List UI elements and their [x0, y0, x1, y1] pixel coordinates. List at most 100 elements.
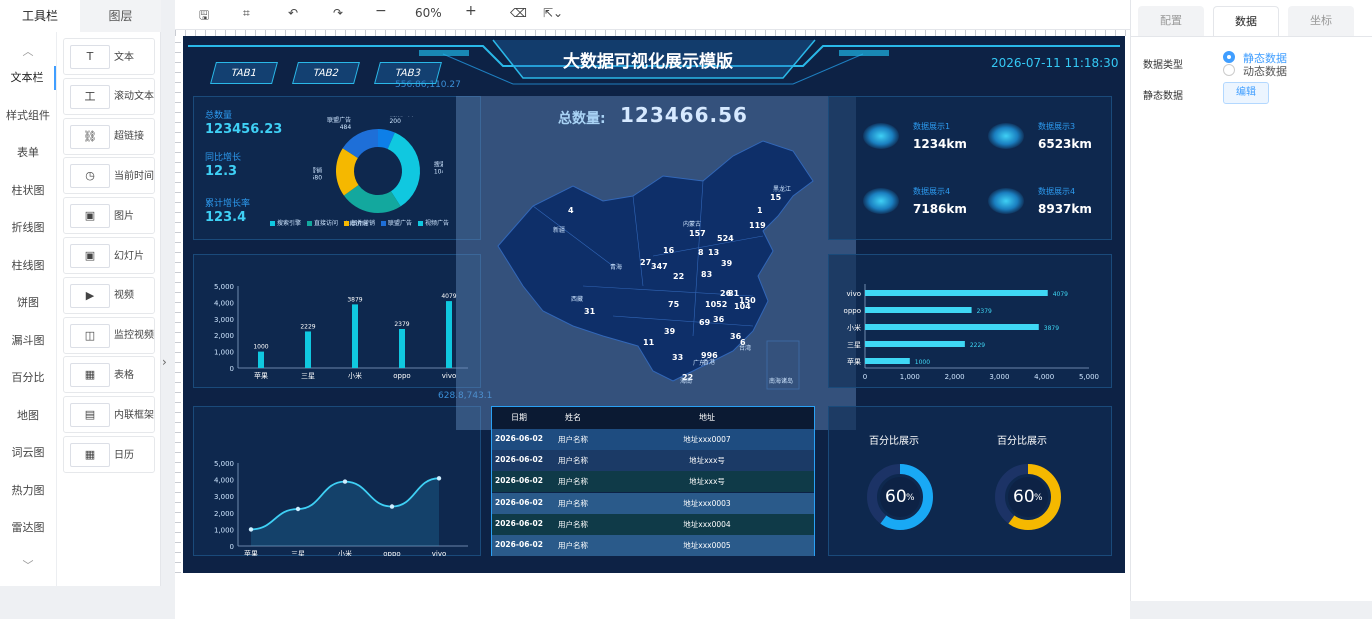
- x-tick-label: 3,000: [989, 373, 1009, 381]
- component-item[interactable]: ▶ 视频: [63, 276, 155, 314]
- dashboard-tab[interactable]: TAB2: [292, 62, 360, 84]
- category-item[interactable]: 文本栏: [0, 66, 56, 90]
- tab-toolbar[interactable]: 工具栏: [0, 0, 80, 32]
- legend-label: 直接访问: [314, 220, 339, 227]
- donut-slice-label: 邮件营销: [313, 166, 322, 174]
- category-item[interactable]: 表单: [0, 141, 56, 165]
- component-item[interactable]: ◫ 监控视频: [63, 316, 155, 354]
- map-region-label: 西藏: [571, 296, 584, 303]
- left-tabs: 工具栏 图层: [0, 0, 161, 32]
- radio-static[interactable]: [1223, 51, 1235, 63]
- table-cell: 用户名称: [558, 541, 588, 550]
- undo-icon[interactable]: ↶: [288, 6, 298, 20]
- tab-layers[interactable]: 图层: [80, 0, 161, 32]
- save-icon[interactable]: 🖫: [199, 6, 209, 27]
- category-item[interactable]: 柱状图: [0, 179, 56, 203]
- tab-coords[interactable]: 坐标: [1288, 6, 1354, 36]
- category-item[interactable]: 雷达图: [0, 516, 56, 540]
- component-icon: ▶: [70, 283, 110, 308]
- data-table[interactable]: 日期 姓名 地址 2026-06-02 用户名称 地址xxx0007 2026-06-02…: [491, 406, 815, 556]
- component-item[interactable]: ▣ 图片: [63, 197, 155, 235]
- edit-button[interactable]: 编辑: [1223, 82, 1269, 104]
- component-item[interactable]: ⛓ 超链接: [63, 117, 155, 155]
- table-row[interactable]: 2026-06-02 用户名称 地址xxx0007: [492, 429, 814, 450]
- category-item[interactable]: 饼图: [0, 291, 56, 315]
- map-value: 4: [568, 206, 574, 215]
- export-icon[interactable]: ⇱⌄: [543, 6, 563, 20]
- table-cell: 地址xxx0004: [683, 519, 731, 529]
- component-label: 文本: [114, 51, 134, 63]
- map-value: 15: [770, 193, 782, 202]
- component-item[interactable]: T 文本: [63, 38, 155, 75]
- brush-icon[interactable]: ⌫: [510, 6, 527, 20]
- table-row[interactable]: 2026-06-02 用户名称 地址xxx0004: [492, 513, 814, 535]
- component-item[interactable]: ▦ 表格: [63, 356, 155, 394]
- map-region-label: 黑龙江: [773, 186, 792, 193]
- table-row[interactable]: 2026-06-02 用户名称 地址xxx0003: [492, 492, 814, 514]
- component-item[interactable]: ▦ 日历: [63, 436, 155, 473]
- category-item[interactable]: 折线图: [0, 216, 56, 240]
- legend-label: 邮件营销: [351, 220, 376, 227]
- chevron-down-icon[interactable]: ﹀: [0, 554, 56, 578]
- legend-swatch: [307, 221, 312, 226]
- zoom-out-icon[interactable]: −: [375, 3, 387, 19]
- map-value: 8: [698, 248, 704, 257]
- collapse-chevron-icon[interactable]: ›: [162, 355, 167, 369]
- table-header-cell[interactable]: 日期: [492, 412, 546, 423]
- tab-config[interactable]: 配置: [1138, 6, 1204, 36]
- category-item[interactable]: 样式组件: [0, 104, 56, 128]
- table-row[interactable]: 2026-06-02 用户名称 地址xxx号: [492, 450, 814, 472]
- table-row[interactable]: 2026-06-02 用户名称 地址xxx0005: [492, 535, 814, 556]
- donut-slice-label: 联盟广告: [327, 116, 351, 124]
- component-label: 日历: [114, 449, 134, 461]
- chevron-up-icon[interactable]: ︿: [0, 40, 56, 64]
- redo-icon[interactable]: ↷: [333, 6, 343, 20]
- dashboard-tab[interactable]: TAB3: [374, 62, 442, 84]
- donut-slice-value: 200: [389, 118, 401, 125]
- category-item[interactable]: 百分比: [0, 366, 56, 390]
- bar: [305, 331, 311, 368]
- x-tick-label: 2,000: [945, 373, 965, 381]
- kpi-value: 8937km: [1038, 202, 1092, 216]
- table-cell: 2026-06-02: [495, 518, 543, 528]
- component-icon: ▦: [70, 363, 110, 388]
- dashboard-title: 大数据可视化展示模版: [563, 52, 733, 72]
- x-tick-label: 0: [863, 373, 867, 381]
- map-region-label: 青海: [610, 264, 623, 271]
- dashboard-canvas: 大数据可视化展示模版 2026-07-11 11:18:30 556.86,11…: [183, 36, 1125, 573]
- percent-sign: %: [906, 493, 915, 503]
- component-item[interactable]: ▣ 幻灯片: [63, 237, 155, 274]
- tab-divider: [1131, 36, 1372, 37]
- dashboard-tab[interactable]: TAB1: [210, 62, 278, 84]
- table-cell: 用户名称: [558, 435, 588, 444]
- tab-data[interactable]: 数据: [1213, 6, 1279, 36]
- legend-swatch: [381, 221, 386, 226]
- table-row[interactable]: 2026-06-02 用户名称 地址xxx号: [492, 471, 814, 493]
- y-tick-label: 0: [230, 365, 234, 373]
- map-value: 36: [713, 315, 725, 324]
- kpi-panel: [828, 96, 1112, 240]
- component-icon: ▤: [70, 403, 110, 428]
- category-item[interactable]: 地图: [0, 404, 56, 428]
- y-tick-label: 小米: [847, 323, 861, 332]
- screenshot-icon[interactable]: ⌗: [243, 6, 250, 21]
- component-label: 幻灯片: [114, 250, 144, 262]
- component-item[interactable]: ▤ 内联框架: [63, 396, 155, 434]
- stat-value: 123456.23: [205, 122, 283, 137]
- hbar: [865, 290, 1048, 296]
- category-item[interactable]: 柱线图: [0, 254, 56, 278]
- y-tick-label: oppo: [844, 307, 861, 315]
- component-item[interactable]: ◷ 当前时间: [63, 157, 155, 195]
- radio-dynamic[interactable]: [1223, 64, 1235, 76]
- y-tick-label: 2,000: [214, 510, 234, 518]
- zoom-in-icon[interactable]: +: [465, 3, 477, 19]
- radio-dynamic-label[interactable]: 动态数据: [1243, 63, 1287, 79]
- category-item[interactable]: 词云图: [0, 441, 56, 465]
- kpi-label: 数据展示3: [1038, 122, 1076, 131]
- category-item[interactable]: 热力图: [0, 479, 56, 503]
- map-region-label: 香港: [703, 359, 716, 366]
- component-item[interactable]: 工滚动文本: [63, 77, 155, 115]
- category-item[interactable]: 漏斗图: [0, 329, 56, 353]
- table-header-cell[interactable]: 姓名: [546, 412, 600, 423]
- table-header-cell[interactable]: 地址: [600, 412, 814, 423]
